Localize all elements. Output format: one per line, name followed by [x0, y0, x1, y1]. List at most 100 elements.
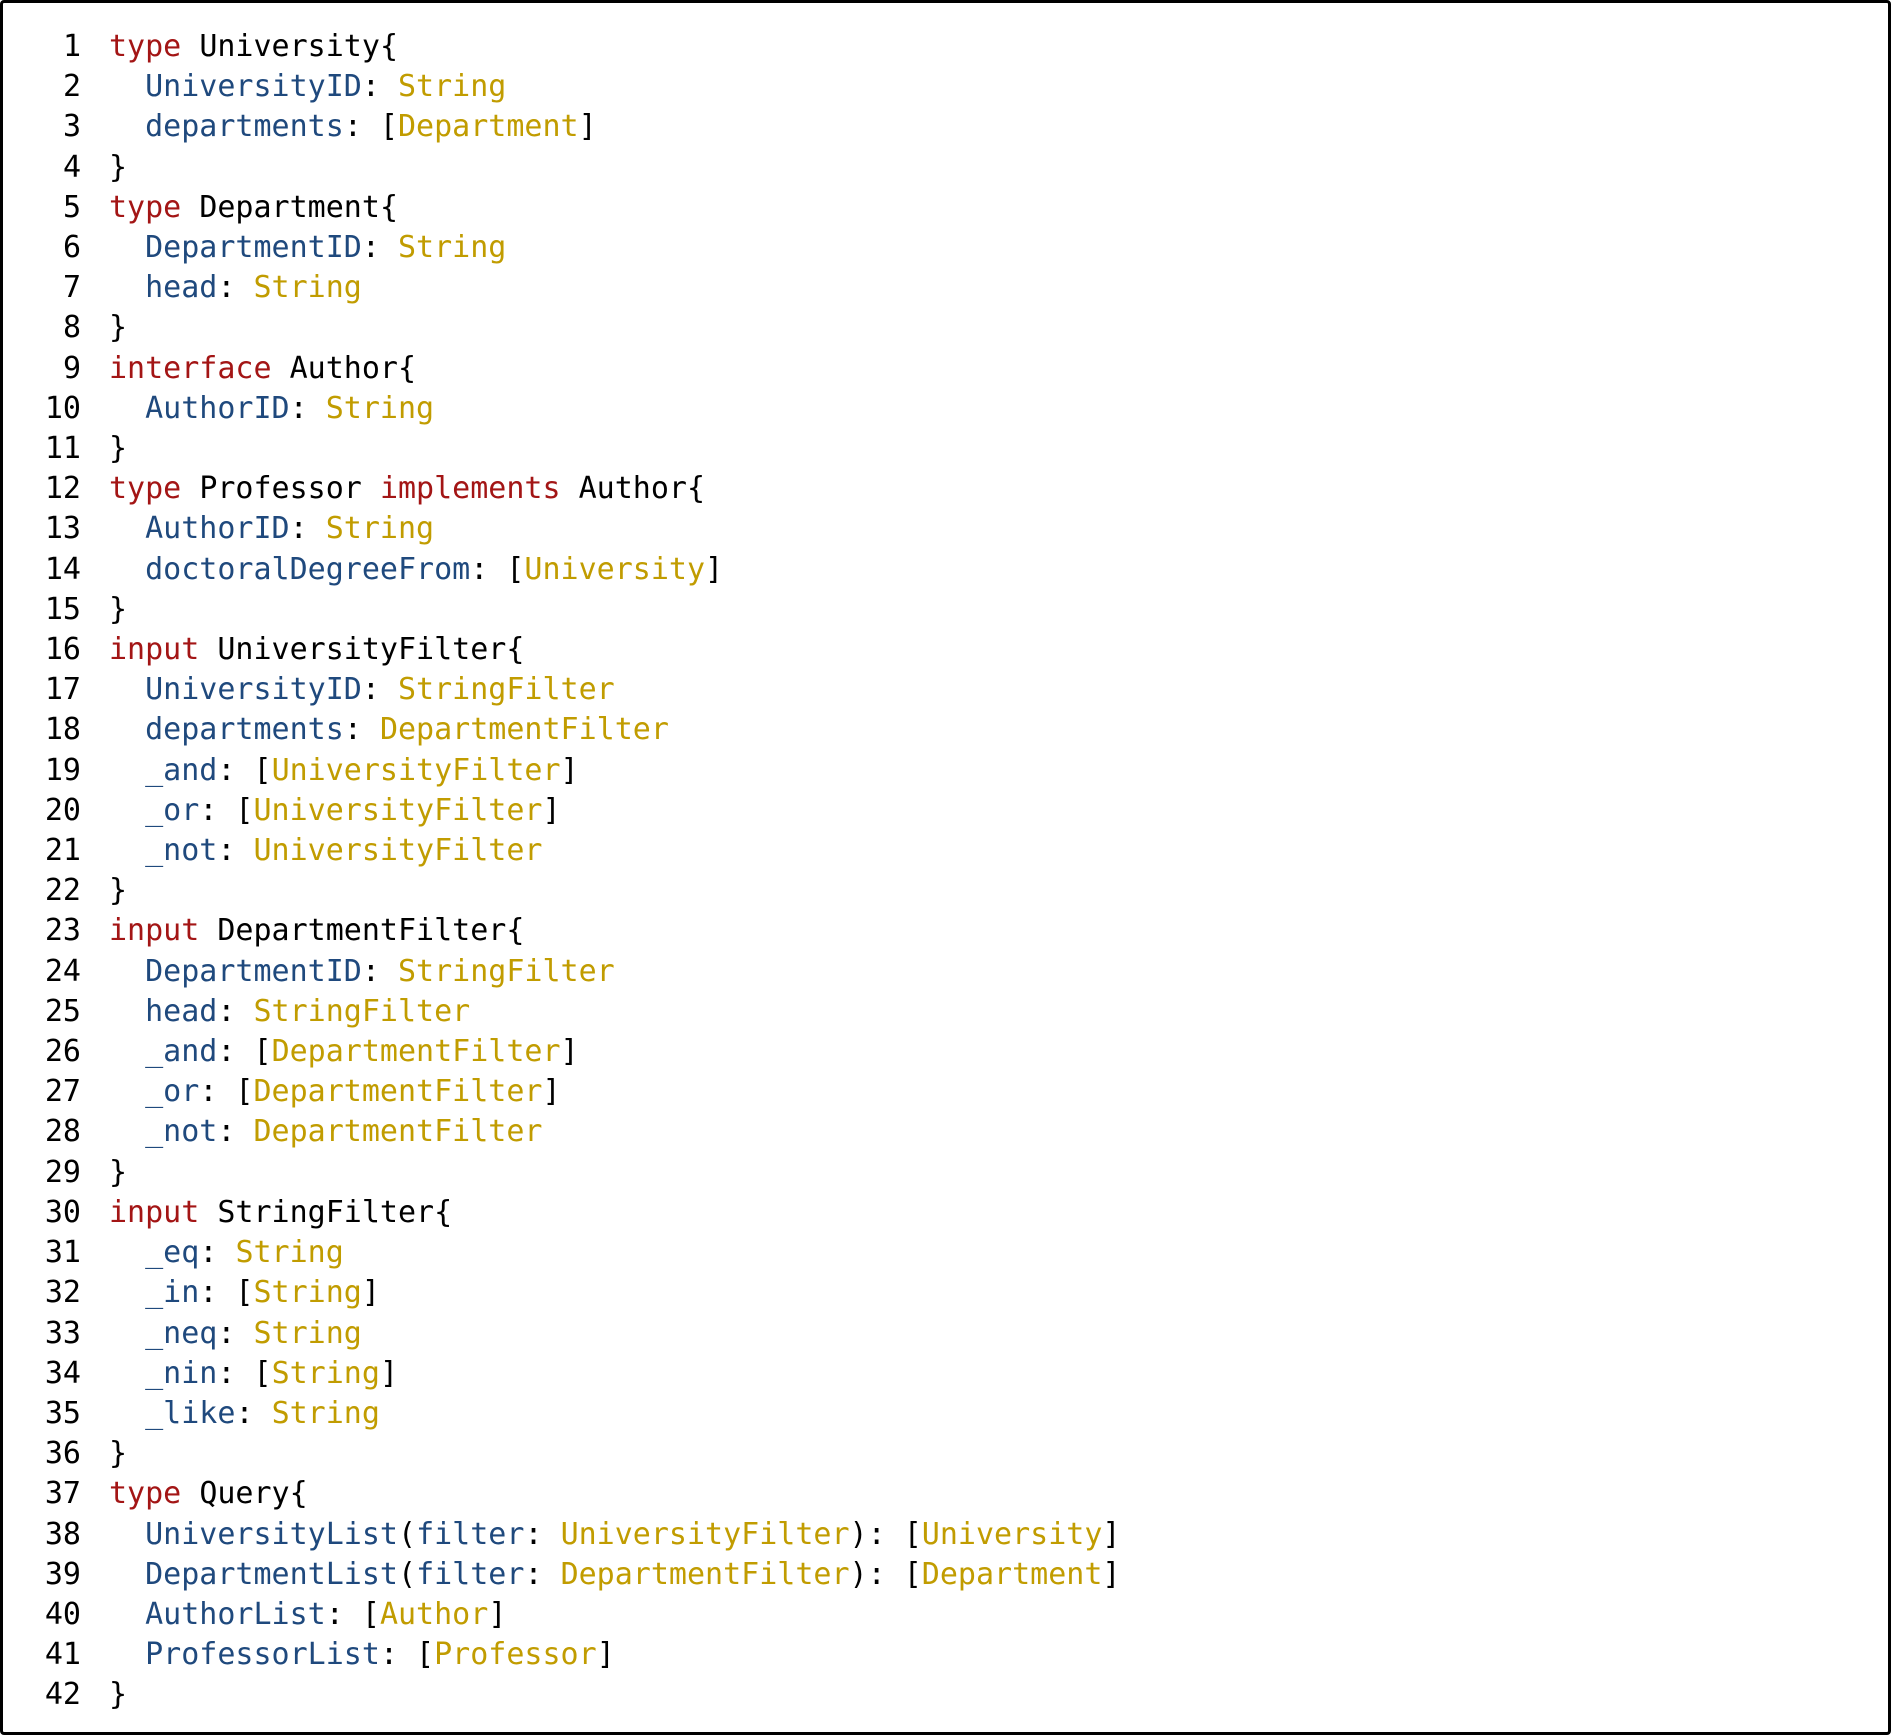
line-number: 35: [21, 1394, 109, 1434]
token-pun: :: [217, 833, 253, 868]
token-pun: ]: [561, 753, 579, 788]
code-line: 39 DepartmentList(filter: DepartmentFilt…: [21, 1555, 1860, 1595]
code-line: 12type Professor implements Author{: [21, 469, 1860, 509]
code-content: type Professor implements Author{: [109, 469, 705, 509]
code-content: _neq: String: [109, 1314, 362, 1354]
code-line: 7 head: String: [21, 268, 1860, 308]
line-number: 7: [21, 268, 109, 308]
code-line: 25 head: StringFilter: [21, 992, 1860, 1032]
line-number: 33: [21, 1314, 109, 1354]
token-pun: [109, 712, 145, 747]
code-line: 9interface Author{: [21, 349, 1860, 389]
code-content: }: [109, 429, 127, 469]
token-pun: :: [362, 69, 398, 104]
line-number: 10: [21, 389, 109, 429]
token-typ: DepartmentFilter: [254, 1074, 543, 1109]
token-pun: :: [290, 391, 326, 426]
token-typ: DepartmentFilter: [380, 712, 669, 747]
token-fld: _not: [145, 1114, 217, 1149]
token-fld: filter: [416, 1517, 524, 1552]
token-pun: }: [109, 873, 127, 908]
token-fld: filter: [416, 1557, 524, 1592]
code-content: }: [109, 1434, 127, 1474]
token-name: StringFilter: [217, 1195, 434, 1230]
token-pun: [109, 1235, 145, 1270]
code-line: 14 doctoralDegreeFrom: [University]: [21, 550, 1860, 590]
line-number: 34: [21, 1354, 109, 1394]
token-fld: UniversityID: [145, 69, 362, 104]
token-pun: {: [290, 1476, 308, 1511]
code-line: 6 DepartmentID: String: [21, 228, 1860, 268]
code-content: _like: String: [109, 1394, 380, 1434]
token-pun: :: [290, 511, 326, 546]
code-line: 31 _eq: String: [21, 1233, 1860, 1273]
code-content: UniversityID: String: [109, 67, 506, 107]
code-line: 37type Query{: [21, 1474, 1860, 1514]
line-number: 30: [21, 1193, 109, 1233]
code-content: AuthorID: String: [109, 389, 434, 429]
line-number: 16: [21, 630, 109, 670]
token-typ: String: [326, 511, 434, 546]
line-number: 24: [21, 952, 109, 992]
token-fld: _or: [145, 1074, 199, 1109]
code-content: departments: DepartmentFilter: [109, 710, 669, 750]
token-fld: DepartmentID: [145, 954, 362, 989]
code-content: }: [109, 308, 127, 348]
line-number: 31: [21, 1233, 109, 1273]
code-content: type Department{: [109, 188, 398, 228]
token-pun: [109, 1637, 145, 1672]
token-fld: departments: [145, 109, 344, 144]
code-content: head: StringFilter: [109, 992, 470, 1032]
token-pun: [109, 954, 145, 989]
line-number: 40: [21, 1595, 109, 1635]
token-fld: _or: [145, 793, 199, 828]
code-content: _or: [DepartmentFilter]: [109, 1072, 561, 1112]
token-kw: interface: [109, 351, 290, 386]
code-line: 16input UniversityFilter{: [21, 630, 1860, 670]
token-pun: [109, 1074, 145, 1109]
code-content: _or: [UniversityFilter]: [109, 791, 561, 831]
code-line: 11}: [21, 429, 1860, 469]
code-line: 15}: [21, 590, 1860, 630]
token-pun: : [: [380, 1637, 434, 1672]
token-fld: AuthorID: [145, 391, 290, 426]
token-fld: AuthorID: [145, 511, 290, 546]
code-line: 38 UniversityList(filter: UniversityFilt…: [21, 1515, 1860, 1555]
code-content: interface Author{: [109, 349, 416, 389]
token-pun: }: [109, 310, 127, 345]
code-line: 21 _not: UniversityFilter: [21, 831, 1860, 871]
token-name: DepartmentFilter: [217, 913, 506, 948]
token-pun: [109, 1557, 145, 1592]
code-content: ProfessorList: [Professor]: [109, 1635, 615, 1675]
token-typ: University: [922, 1517, 1103, 1552]
token-pun: :: [217, 270, 253, 305]
code-content: input StringFilter{: [109, 1193, 452, 1233]
token-pun: : [: [344, 109, 398, 144]
token-kw: input: [109, 632, 217, 667]
line-number: 27: [21, 1072, 109, 1112]
token-pun: [109, 1316, 145, 1351]
code-line: 18 departments: DepartmentFilter: [21, 710, 1860, 750]
code-content: DepartmentID: String: [109, 228, 506, 268]
token-fld: AuthorList: [145, 1597, 326, 1632]
token-pun: : [: [470, 552, 524, 587]
token-pun: :: [235, 1396, 271, 1431]
line-number: 12: [21, 469, 109, 509]
token-fld: head: [145, 270, 217, 305]
code-line: 29}: [21, 1153, 1860, 1193]
code-content: }: [109, 590, 127, 630]
code-content: }: [109, 148, 127, 188]
token-typ: DepartmentFilter: [272, 1034, 561, 1069]
token-fld: _in: [145, 1275, 199, 1310]
token-pun: [109, 511, 145, 546]
line-number: 4: [21, 148, 109, 188]
token-name: Department: [199, 190, 380, 225]
token-pun: {: [380, 190, 398, 225]
token-kw: type: [109, 1476, 199, 1511]
code-content: }: [109, 871, 127, 911]
token-typ: UniversityFilter: [272, 753, 561, 788]
code-content: AuthorList: [Author]: [109, 1595, 506, 1635]
token-pun: [109, 1034, 145, 1069]
line-number: 36: [21, 1434, 109, 1474]
line-number: 28: [21, 1112, 109, 1152]
